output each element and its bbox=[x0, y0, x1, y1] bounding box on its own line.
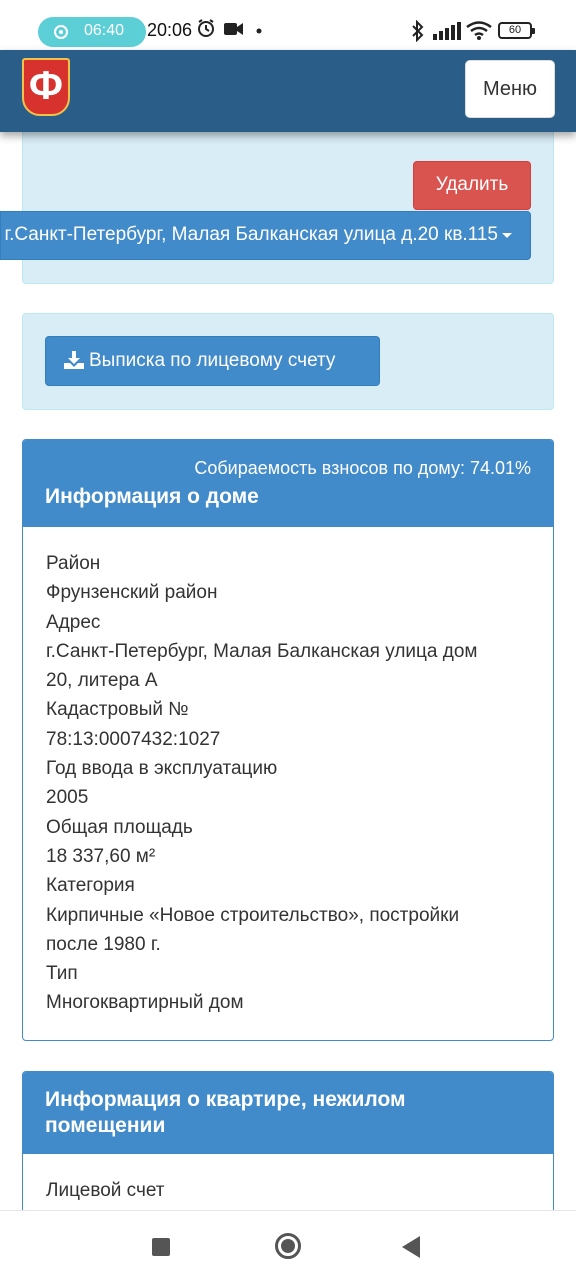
alarm-icon bbox=[198, 19, 214, 37]
category-value-line2: после 1980 г. bbox=[46, 933, 161, 955]
address-label: Адрес bbox=[46, 611, 101, 633]
apartment-info-title: Информация о квартире, нежилом помещении bbox=[45, 1087, 406, 1139]
bluetooth-icon bbox=[412, 20, 424, 42]
category-label: Категория bbox=[46, 875, 135, 897]
cadastral-label: Кадастровый № bbox=[46, 699, 189, 721]
back-icon[interactable] bbox=[402, 1236, 420, 1258]
delete-button[interactable]: Удалить bbox=[413, 161, 531, 210]
area-label: Общая площадь bbox=[46, 816, 193, 838]
logo[interactable]: Ф bbox=[22, 58, 70, 116]
address-value-line2: 20, литера А bbox=[46, 670, 158, 692]
menu-button[interactable]: Меню bbox=[465, 60, 555, 118]
download-icon bbox=[64, 351, 84, 369]
apartment-info-header: Информация о квартире, нежилом помещении bbox=[23, 1072, 553, 1154]
status-clock: 20:06 bbox=[147, 20, 193, 40]
area-value: 18 337,60 м² bbox=[46, 845, 156, 867]
battery-icon: 60 bbox=[498, 22, 535, 39]
notification-dot-icon bbox=[256, 28, 262, 34]
recording-time: 06:40 bbox=[84, 22, 125, 39]
apartment-title-line2: помещении bbox=[45, 1114, 166, 1137]
video-camera-icon bbox=[224, 23, 243, 35]
year-label: Год ввода в эксплуатацию bbox=[46, 758, 278, 780]
category-value-line1: Кирпичные «Новое строительство», построй… bbox=[46, 904, 460, 926]
signal-icon bbox=[433, 22, 461, 40]
recent-apps-icon[interactable] bbox=[152, 1238, 170, 1256]
system-navigation-bar bbox=[0, 1210, 576, 1281]
wifi-icon bbox=[466, 21, 492, 40]
statement-label: Выписка по лицевому счету bbox=[89, 350, 336, 371]
account-statement-button[interactable]: Выписка по лицевому счету bbox=[45, 336, 380, 386]
screen-recording-indicator[interactable]: 06:40 bbox=[38, 17, 146, 47]
record-icon bbox=[54, 25, 68, 39]
house-info-body: Район Фрунзенский район Адрес г.Санкт-Пе… bbox=[46, 549, 536, 1018]
type-label: Тип bbox=[46, 963, 78, 985]
apartment-info-body: Лицевой счет bbox=[46, 1176, 536, 1205]
district-value: Фрунзенский район bbox=[46, 582, 218, 604]
cadastral-value: 78:13:0007432:1027 bbox=[46, 728, 221, 750]
collection-rate: Собираемость взносов по дому: 74.01% bbox=[194, 458, 531, 478]
year-value: 2005 bbox=[46, 787, 89, 809]
apartment-title-line1: Информация о квартире, нежилом bbox=[45, 1088, 406, 1111]
address-value-line1: г.Санкт-Петербург, Малая Балканская улиц… bbox=[46, 640, 478, 662]
app-navbar: Ф Меню bbox=[0, 50, 576, 132]
home-icon[interactable] bbox=[275, 1233, 301, 1259]
house-info-title: Информация о доме bbox=[45, 485, 259, 508]
house-info-header: Собираемость взносов по дому: 74.01% Инф… bbox=[23, 440, 553, 527]
caret-down-icon bbox=[502, 233, 512, 238]
house-info-panel: Собираемость взносов по дому: 74.01% Инф… bbox=[22, 439, 554, 1041]
district-label: Район bbox=[46, 553, 101, 574]
personal-account-label: Лицевой счет bbox=[46, 1180, 165, 1201]
type-value: Многоквартирный дом bbox=[46, 992, 244, 1014]
account-dropdown-button[interactable]: г.Санкт-Петербург, Малая Балканская улиц… bbox=[0, 211, 531, 260]
account-address: г.Санкт-Петербург, Малая Балканская улиц… bbox=[4, 224, 498, 245]
